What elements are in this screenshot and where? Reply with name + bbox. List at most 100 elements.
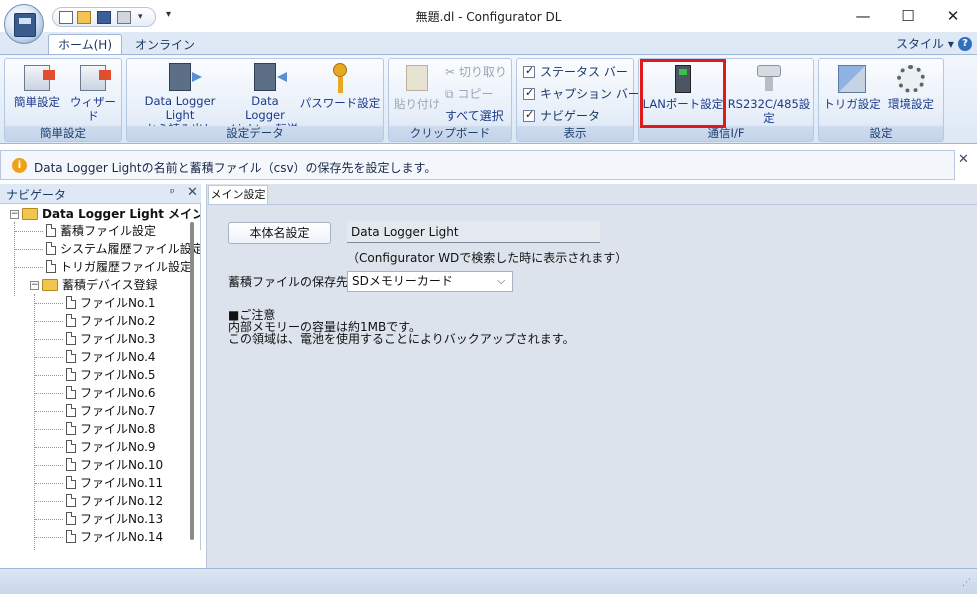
tree-item-label: 蓄積ファイル設定	[60, 224, 157, 238]
wizard-button[interactable]: ウィザード	[65, 65, 121, 123]
tab-home[interactable]: ホーム(H)	[48, 34, 122, 56]
paste-label: 貼り付け	[394, 97, 440, 111]
tree-file-item[interactable]: ファイルNo.14	[66, 528, 163, 546]
caption-bar-label: キャプション バー	[540, 87, 640, 101]
tab-main-settings[interactable]: メイン設定	[208, 185, 268, 204]
document-icon	[66, 494, 76, 507]
serial-connector-icon	[757, 65, 781, 93]
info-close-icon[interactable]: ✕	[958, 152, 969, 167]
tree-file-item[interactable]: ファイルNo.6	[66, 384, 156, 402]
file-label: ファイルNo.13	[80, 512, 164, 526]
device-name-field[interactable]: Data Logger Light	[347, 221, 600, 243]
tree-item-storage-file[interactable]: 蓄積ファイル設定	[46, 222, 156, 240]
document-icon	[66, 332, 76, 345]
group-label-display: 表示	[517, 126, 633, 141]
close-button[interactable]: ✕	[930, 0, 976, 32]
file-label: ファイルNo.2	[80, 314, 156, 328]
trigger-label: トリガ設定	[823, 97, 881, 111]
navigator-close-icon[interactable]: ✕	[187, 185, 198, 200]
navigator-title: ナビゲータ	[6, 188, 67, 202]
group-label-clipboard: クリップボード	[389, 126, 511, 141]
tree-item-label: システム履歴ファイル設定	[60, 242, 201, 256]
select-all-button[interactable]: すべて選択	[445, 107, 504, 124]
minimize-button[interactable]: —	[840, 0, 886, 32]
trigger-setup-button[interactable]: トリガ設定	[823, 65, 881, 111]
cut-button[interactable]: ✂ 切り取り	[445, 63, 507, 80]
tree-item-device-registration[interactable]: 蓄積デバイス登録	[42, 276, 158, 294]
tree-file-item[interactable]: ファイルNo.9	[66, 438, 156, 456]
tree-root[interactable]: Data Logger Light メイン設	[22, 205, 200, 223]
file-label: ファイルNo.10	[80, 458, 164, 472]
tree-file-item[interactable]: ファイルNo.8	[66, 420, 156, 438]
tree-item-system-history[interactable]: システム履歴ファイル設定	[46, 240, 201, 258]
tree-file-item[interactable]: ファイルNo.13	[66, 510, 163, 528]
status-bar	[0, 568, 977, 594]
rs232-setup-button[interactable]: RS232C/485設定	[725, 65, 813, 125]
navigator-checkbox[interactable]: ナビゲータ	[523, 107, 600, 124]
read-from-device-icon	[169, 63, 202, 91]
group-simple-setup: 簡単設定 ウィザード 簡単設定	[4, 58, 122, 142]
caption-bar-checkbox[interactable]: キャプション バー	[523, 85, 640, 102]
navigator-label: ナビゲータ	[540, 109, 601, 123]
maximize-button[interactable]: ☐	[885, 0, 931, 32]
chevron-down-icon[interactable]: ⌵	[497, 274, 505, 288]
paste-button[interactable]: 貼り付け	[393, 65, 441, 111]
resize-grip-icon[interactable]: ⋰	[962, 578, 971, 588]
highlight-box	[640, 59, 726, 128]
help-icon[interactable]: ?	[958, 37, 972, 51]
document-icon	[66, 314, 76, 327]
tree-file-item[interactable]: ファイルNo.2	[66, 312, 156, 330]
easy-setup-button[interactable]: 簡単設定	[9, 65, 65, 109]
checkbox-checked-icon	[523, 108, 535, 122]
tree-item-trigger-history[interactable]: トリガ履歴ファイル設定	[46, 258, 192, 276]
tree-file-item[interactable]: ファイルNo.5	[66, 366, 156, 384]
tree-file-item[interactable]: ファイルNo.7	[66, 402, 156, 420]
device-name-button[interactable]: 本体名設定	[228, 222, 331, 244]
application-menu-button[interactable]	[4, 4, 44, 44]
file-label: ファイルNo.6	[80, 386, 156, 400]
rs232-label: RS232C/485設定	[727, 97, 811, 125]
document-icon	[66, 368, 76, 381]
info-message: Data Logger Lightの名前と蓄積ファイル（csv）の保存先を設定し…	[34, 161, 437, 175]
group-display: ステータス バー キャプション バー ナビゲータ 表示	[516, 58, 640, 142]
file-label: ファイルNo.4	[80, 350, 156, 364]
easy-setup-icon	[24, 65, 55, 91]
tree-file-item[interactable]: ファイルNo.10	[66, 456, 163, 474]
tab-online[interactable]: オンライン	[130, 36, 200, 54]
tree-item-label: トリガ履歴ファイル設定	[60, 260, 193, 274]
password-setup-button[interactable]: パスワード設定	[299, 63, 381, 110]
tree-file-item[interactable]: ファイルNo.1	[66, 294, 156, 312]
navigator-scrollbar[interactable]	[190, 222, 194, 540]
write-to-device-icon	[254, 63, 287, 91]
environment-setup-button[interactable]: 環境設定	[881, 65, 941, 111]
tree-file-item[interactable]: ファイルNo.3	[66, 330, 156, 348]
document-icon	[46, 260, 56, 273]
save-destination-select[interactable]: SDメモリーカード	[347, 271, 513, 292]
group-label-simple: 簡単設定	[5, 126, 121, 141]
file-label: ファイルNo.1	[80, 296, 156, 310]
tree-file-item[interactable]: ファイルNo.11	[66, 474, 163, 492]
copy-label: コピー	[457, 87, 494, 101]
device-name-hint: （Configurator WDで検索した時に表示されます）	[347, 251, 628, 265]
collapse-icon[interactable]: −	[10, 210, 19, 219]
document-icon	[66, 476, 76, 489]
group-setup: トリガ設定 環境設定 設定	[818, 58, 944, 142]
file-label: ファイルNo.12	[80, 494, 164, 508]
file-label: ファイルNo.14	[80, 530, 164, 544]
navigator-tree: − Data Logger Light メイン設 蓄積ファイル設定 システム履歴…	[0, 204, 201, 550]
tree-file-item[interactable]: ファイルNo.12	[66, 492, 163, 510]
document-icon	[66, 350, 76, 363]
file-label: ファイルNo.9	[80, 440, 156, 454]
wizard-icon	[80, 65, 111, 91]
copy-button[interactable]: ⧉ コピー	[445, 85, 493, 102]
gear-icon	[897, 65, 925, 93]
collapse-icon[interactable]: −	[30, 281, 39, 290]
tree-item-label: 蓄積デバイス登録	[62, 278, 158, 292]
group-clipboard: 貼り付け ✂ 切り取り ⧉ コピー すべて選択 クリップボード	[388, 58, 512, 142]
document-icon	[46, 242, 56, 255]
app-logo-icon	[14, 13, 36, 37]
pin-icon[interactable]: ᵖ	[170, 186, 175, 199]
tree-file-item[interactable]: ファイルNo.4	[66, 348, 156, 366]
status-bar-checkbox[interactable]: ステータス バー	[523, 63, 628, 80]
style-menu[interactable]: スタイル ▾	[896, 35, 954, 52]
